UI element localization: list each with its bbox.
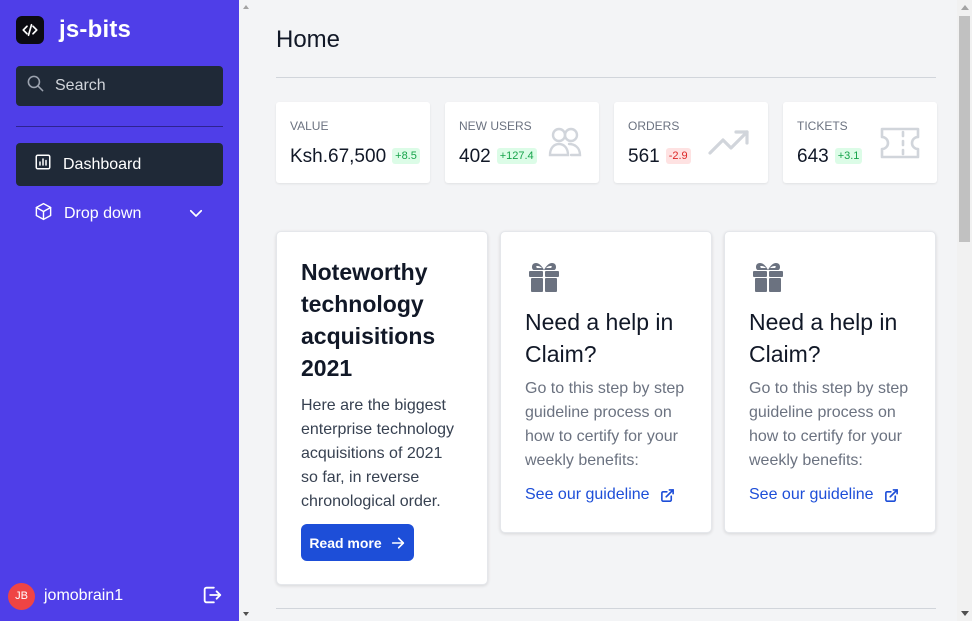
link-label: See our guideline xyxy=(525,486,650,503)
stat-value: 402 +127.4 xyxy=(459,146,537,168)
external-link-icon xyxy=(884,488,898,502)
stat-delta: +3.1 xyxy=(834,148,863,164)
search-input[interactable] xyxy=(55,77,215,95)
scrollbar-thumb[interactable] xyxy=(959,16,970,242)
gift-icon xyxy=(751,260,785,299)
help-title: Need a help in Claim? xyxy=(749,309,898,367)
bar-chart-icon xyxy=(34,153,52,176)
button-label: Read more xyxy=(309,534,382,551)
link-label: See our guideline xyxy=(749,486,874,503)
arrow-right-icon xyxy=(391,537,404,548)
ticket-icon xyxy=(879,126,921,165)
external-link-icon xyxy=(660,488,674,502)
user-profile[interactable]: JB jomobrain1 xyxy=(8,582,223,610)
article-body: Here are the biggest enterprise technolo… xyxy=(301,397,454,510)
stat-card-value: VALUE Ksh.67,500 +8.5 xyxy=(276,102,430,183)
sidebar-item-dropdown[interactable]: Drop down xyxy=(16,192,223,235)
stat-delta: +8.5 xyxy=(392,148,420,164)
stat-number: 643 xyxy=(797,146,829,167)
stat-card-tickets: TICKETS 643 +3.1 xyxy=(783,102,937,183)
users-icon xyxy=(547,124,583,165)
stat-value: Ksh.67,500 +8.5 xyxy=(290,146,420,168)
stat-label: VALUE xyxy=(290,119,329,133)
article-card: Noteworthy technology acquisitions 2021 … xyxy=(276,231,488,585)
search-box[interactable] xyxy=(16,66,223,106)
help-body: Go to this step by step guideline proces… xyxy=(749,380,909,469)
stat-number: 402 xyxy=(459,146,491,167)
scroll-up-arrow[interactable] xyxy=(961,5,969,10)
sidebar-divider xyxy=(16,126,223,127)
chevron-down-icon[interactable] xyxy=(187,204,205,227)
help-card: Need a help in Claim? Go to this step by… xyxy=(724,231,936,533)
stat-value: 643 +3.1 xyxy=(797,146,863,168)
sidebar-item-label: Dashboard xyxy=(63,155,142,173)
sidebar-item-dashboard[interactable]: Dashboard xyxy=(16,143,223,186)
stat-number: Ksh.67,500 xyxy=(290,146,387,167)
sidebar-item-label: Drop down xyxy=(64,204,142,222)
page-scrollbar[interactable] xyxy=(957,0,972,621)
stat-label: ORDERS xyxy=(628,119,680,133)
stat-label: NEW USERS xyxy=(459,119,532,133)
stat-card-orders: ORDERS 561 -2.9 xyxy=(614,102,768,183)
stat-card-new-users: NEW USERS 402 +127.4 xyxy=(445,102,599,183)
avatar[interactable]: JB xyxy=(8,582,35,610)
help-body: Go to this step by step guideline proces… xyxy=(525,380,685,469)
page-title: Home xyxy=(276,26,341,53)
guideline-link[interactable]: See our guideline xyxy=(525,486,675,504)
stat-value: 561 -2.9 xyxy=(628,146,691,168)
scroll-down-arrow[interactable] xyxy=(961,611,969,616)
brand[interactable]: js-bits xyxy=(16,16,131,44)
sidebar: js-bits Dashboard xyxy=(0,0,239,621)
cube-icon xyxy=(34,202,53,226)
username: jomobrain1 xyxy=(44,587,124,604)
gift-icon xyxy=(527,260,561,299)
stat-number: 561 xyxy=(628,146,660,167)
divider xyxy=(276,608,936,609)
trending-up-icon xyxy=(708,128,750,161)
main-content: Home VALUE Ksh.67,500 +8.5 NEW USERS 402 +… xyxy=(239,0,957,621)
stat-delta: +127.4 xyxy=(496,148,537,164)
help-card: Need a help in Claim? Go to this step by… xyxy=(500,231,712,533)
guideline-link[interactable]: See our guideline xyxy=(749,486,899,504)
brand-name: js-bits xyxy=(59,16,132,43)
divider xyxy=(276,77,936,78)
stat-delta: -2.9 xyxy=(665,148,691,164)
stat-label: TICKETS xyxy=(797,119,848,133)
search-icon xyxy=(26,74,45,98)
article-title: Noteworthy technology acquisitions 2021 xyxy=(301,259,436,381)
code-icon xyxy=(16,16,44,44)
read-more-button[interactable]: Read more xyxy=(301,524,414,561)
logout-icon[interactable] xyxy=(201,584,223,611)
help-title: Need a help in Claim? xyxy=(525,309,674,367)
